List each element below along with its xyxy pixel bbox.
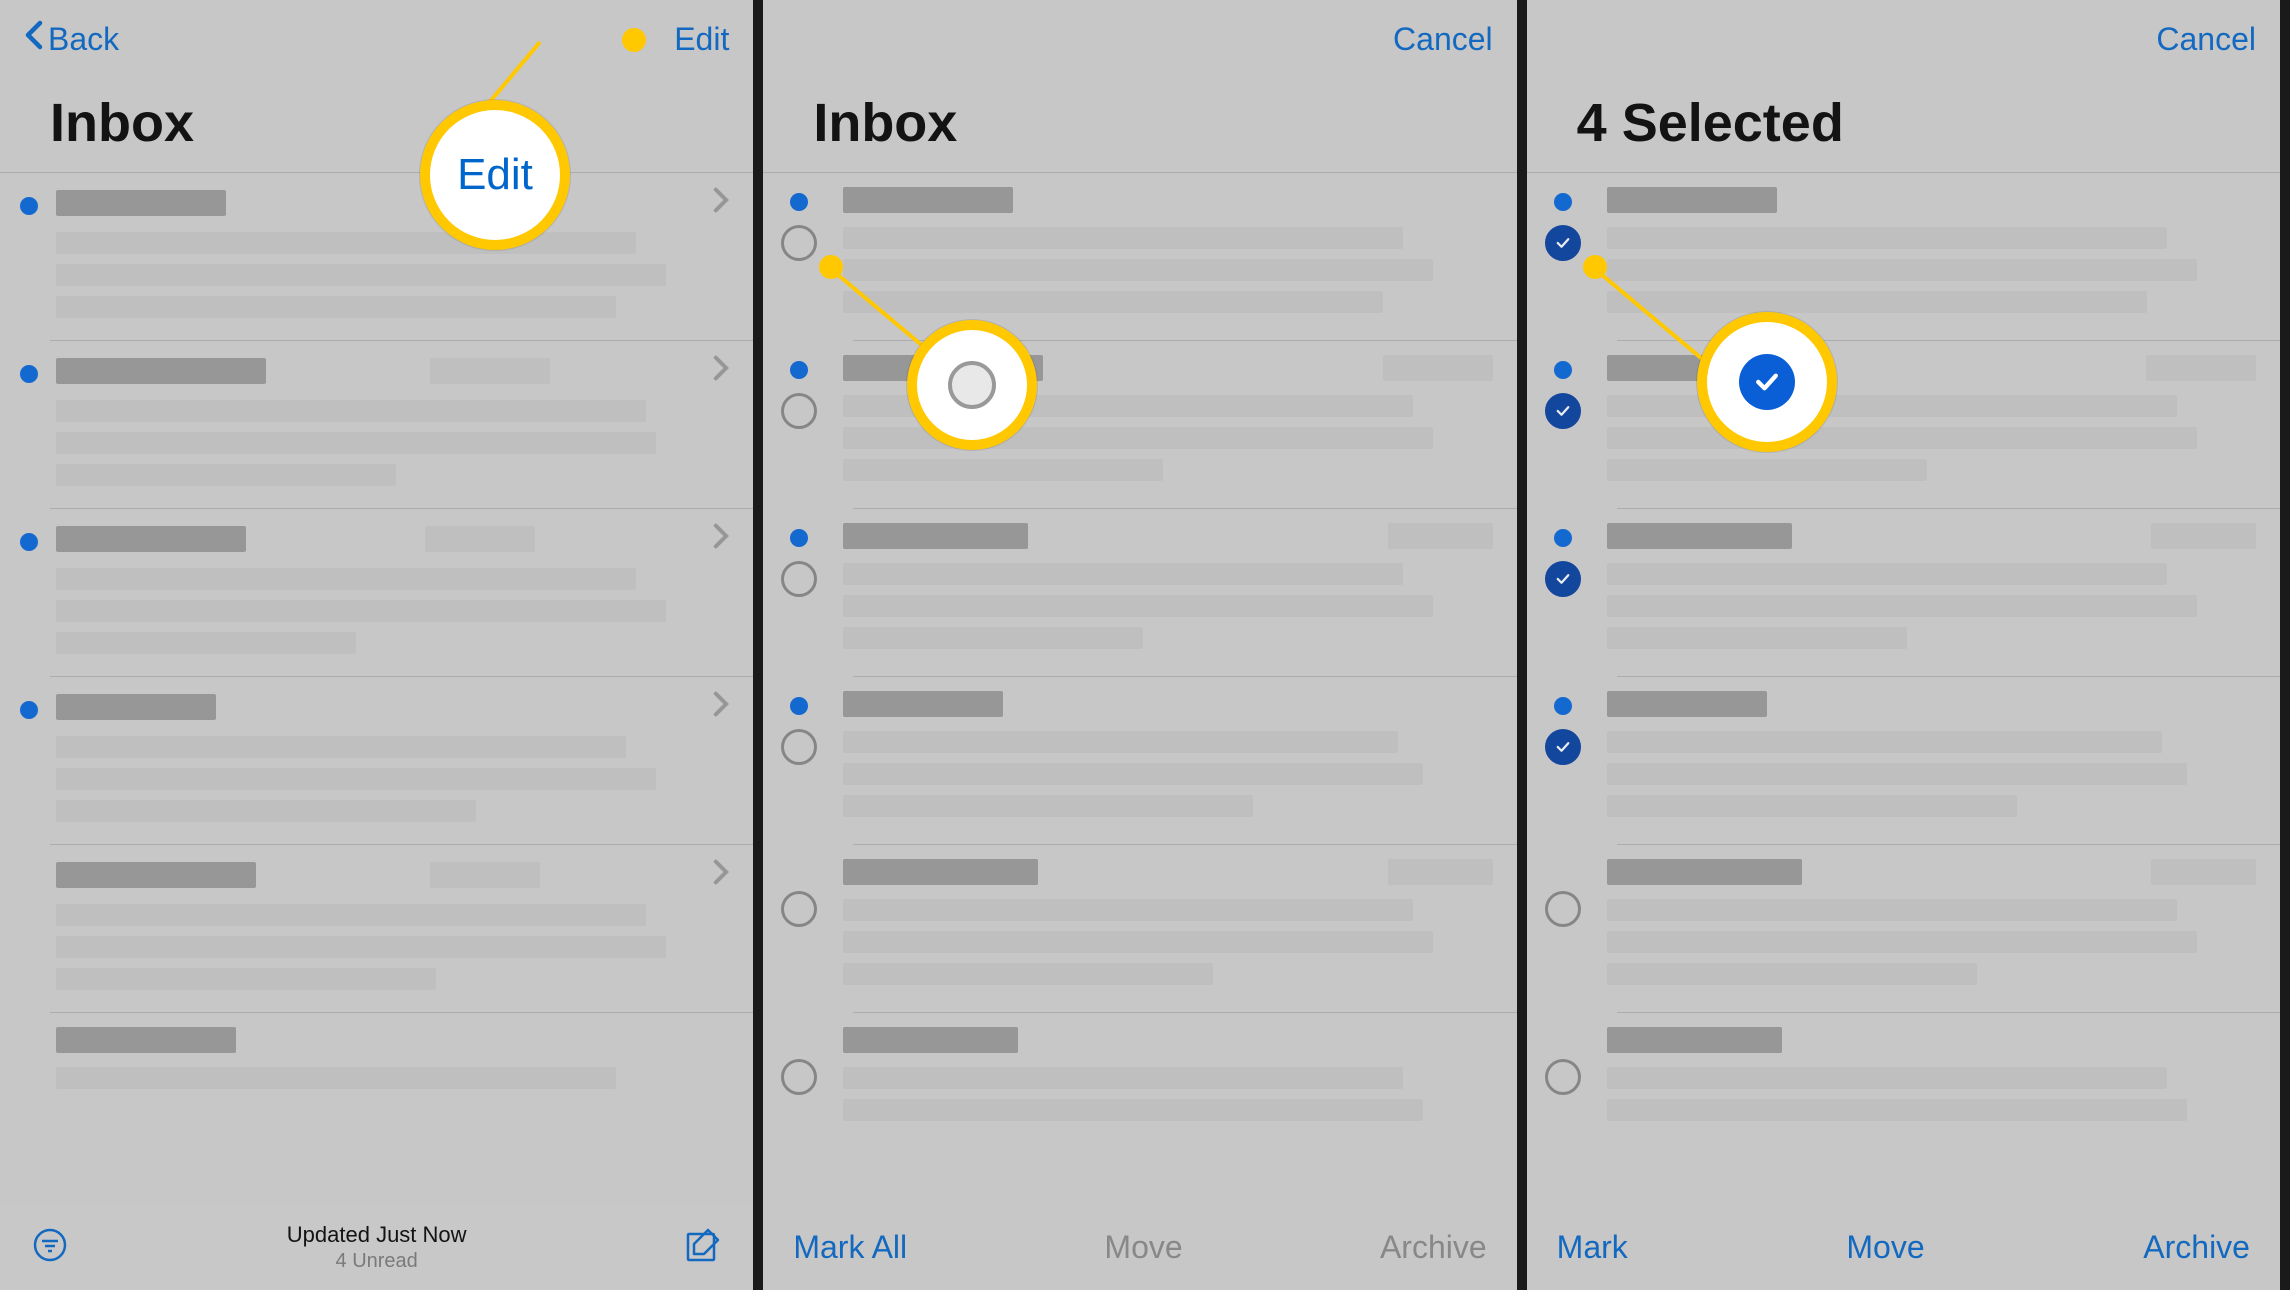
unread-dot-icon <box>1554 697 1572 715</box>
message-content <box>56 859 729 990</box>
unread-dot-icon <box>20 701 38 719</box>
select-checkbox[interactable] <box>781 561 817 597</box>
chevron-back-icon <box>24 20 44 58</box>
message-row[interactable] <box>763 509 1516 677</box>
toolbar: Updated Just Now 4 Unread <box>0 1204 753 1290</box>
toolbar-status: Updated Just Now 4 Unread <box>72 1222 681 1273</box>
select-checkbox[interactable] <box>1545 891 1581 927</box>
page-title: 4 Selected <box>1577 92 2230 154</box>
title-bar: Inbox <box>0 78 753 172</box>
chevron-right-icon <box>713 691 729 722</box>
archive-button: Archive <box>1380 1229 1487 1266</box>
message-content <box>56 523 729 654</box>
message-row[interactable] <box>1527 845 2280 1013</box>
select-checkbox[interactable] <box>781 225 817 261</box>
unread-dot-icon <box>20 197 38 215</box>
title-bar: 4 Selected <box>1527 78 2280 172</box>
unread-dot-icon <box>1554 529 1572 547</box>
compose-icon <box>684 1226 722 1269</box>
checkmark-icon <box>1554 402 1572 420</box>
title-bar: Inbox <box>763 78 1516 172</box>
back-button[interactable]: Back <box>24 20 119 58</box>
unread-dot-icon <box>1554 361 1572 379</box>
unread-dot-icon <box>790 193 808 211</box>
message-row[interactable] <box>0 1013 753 1103</box>
unread-dot-icon <box>1554 193 1572 211</box>
select-checkbox-checked[interactable] <box>1545 225 1581 261</box>
message-row[interactable] <box>0 173 753 341</box>
message-row[interactable] <box>1527 173 2280 341</box>
message-list <box>0 172 753 1103</box>
select-checkbox[interactable] <box>1545 1059 1581 1095</box>
select-checkbox[interactable] <box>781 1059 817 1095</box>
move-button: Move <box>1104 1229 1182 1266</box>
unread-dot-icon <box>790 361 808 379</box>
message-content <box>56 187 729 318</box>
unread-dot-icon <box>790 697 808 715</box>
navbar: Cancel <box>1527 0 2280 78</box>
compose-button[interactable] <box>681 1225 725 1269</box>
status-text: Updated Just Now <box>72 1222 681 1248</box>
message-row[interactable] <box>0 677 753 845</box>
checkmark-icon <box>1554 234 1572 252</box>
page-title: Inbox <box>50 92 703 154</box>
chevron-right-icon <box>713 859 729 890</box>
page-title: Inbox <box>813 92 1466 154</box>
select-checkbox[interactable] <box>781 729 817 765</box>
edit-toolbar: Mark Move Archive <box>1527 1204 2280 1290</box>
archive-button[interactable]: Archive <box>2143 1229 2250 1266</box>
select-checkbox[interactable] <box>781 393 817 429</box>
unread-dot-icon <box>20 365 38 383</box>
filter-icon <box>32 1227 68 1268</box>
unread-dot-icon <box>20 533 38 551</box>
message-row[interactable] <box>1527 677 2280 845</box>
move-button[interactable]: Move <box>1846 1229 1924 1266</box>
message-row[interactable] <box>0 845 753 1013</box>
message-row[interactable] <box>763 341 1516 509</box>
message-row[interactable] <box>1527 1013 2280 1135</box>
select-checkbox[interactable] <box>781 891 817 927</box>
navbar: Cancel <box>763 0 1516 78</box>
message-row[interactable] <box>1527 509 2280 677</box>
message-list-edit <box>1527 172 2280 1135</box>
status-sub-text: 4 Unread <box>72 1250 681 1273</box>
select-checkbox-checked[interactable] <box>1545 561 1581 597</box>
checkmark-icon <box>1554 570 1572 588</box>
message-content <box>56 1027 729 1089</box>
message-list-edit <box>763 172 1516 1135</box>
edit-label: Edit <box>674 21 729 58</box>
edit-button[interactable]: Edit <box>674 21 729 58</box>
chevron-right-icon <box>713 355 729 386</box>
message-row[interactable] <box>1527 341 2280 509</box>
filter-button[interactable] <box>28 1225 72 1269</box>
select-checkbox-checked[interactable] <box>1545 729 1581 765</box>
message-row[interactable] <box>763 173 1516 341</box>
mark-all-button[interactable]: Mark All <box>793 1229 907 1266</box>
message-row[interactable] <box>0 509 753 677</box>
chevron-right-icon <box>713 187 729 218</box>
cancel-button[interactable]: Cancel <box>1393 21 1493 58</box>
message-content <box>56 691 729 822</box>
back-label: Back <box>48 21 119 58</box>
message-content <box>56 355 729 486</box>
chevron-right-icon <box>713 523 729 554</box>
panel-inbox-selected: Cancel 4 Selected <box>1527 0 2290 1290</box>
checkmark-icon <box>1554 738 1572 756</box>
cancel-label: Cancel <box>1393 21 1493 58</box>
unread-dot-icon <box>790 529 808 547</box>
select-checkbox-checked[interactable] <box>1545 393 1581 429</box>
message-row[interactable] <box>763 677 1516 845</box>
panel-inbox-normal: Back Edit Inbox <box>0 0 763 1290</box>
cancel-button[interactable]: Cancel <box>2156 21 2256 58</box>
mark-button[interactable]: Mark <box>1557 1229 1628 1266</box>
panel-inbox-edit: Cancel Inbox <box>763 0 1526 1290</box>
edit-toolbar: Mark All Move Archive <box>763 1204 1516 1290</box>
message-row[interactable] <box>763 1013 1516 1135</box>
message-row[interactable] <box>0 341 753 509</box>
message-row[interactable] <box>763 845 1516 1013</box>
cancel-label: Cancel <box>2156 21 2256 58</box>
